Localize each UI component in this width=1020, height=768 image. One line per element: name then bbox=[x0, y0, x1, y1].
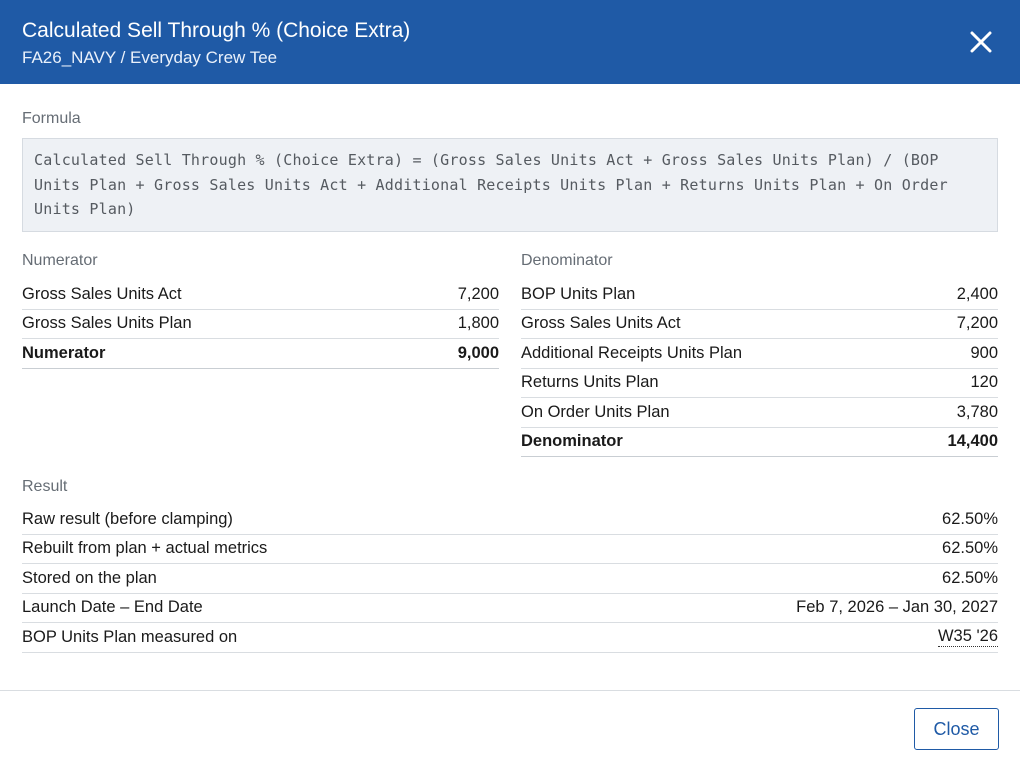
row-value: 9,000 bbox=[457, 343, 499, 362]
row-label: Returns Units Plan bbox=[521, 373, 659, 392]
bop-week-value[interactable]: W35 '26 bbox=[937, 627, 998, 648]
row-label: Stored on the plan bbox=[22, 568, 157, 587]
table-row: Gross Sales Units Plan 1,800 bbox=[22, 310, 499, 339]
row-label: Denominator bbox=[521, 432, 623, 451]
row-value: 2,400 bbox=[956, 284, 998, 303]
table-row: Returns Units Plan 120 bbox=[521, 369, 998, 398]
result-table: Raw result (before clamping) 62.50% Rebu… bbox=[22, 505, 998, 653]
row-value: 62.50% bbox=[942, 509, 998, 528]
numerator-table: Gross Sales Units Act 7,200 Gross Sales … bbox=[22, 280, 499, 369]
row-value: 900 bbox=[970, 343, 998, 362]
table-row: Additional Receipts Units Plan 900 bbox=[521, 339, 998, 369]
table-row: BOP Units Plan measured on W35 '26 bbox=[22, 623, 998, 653]
table-row: On Order Units Plan 3,780 bbox=[521, 398, 998, 428]
denominator-total-row: Denominator 14,400 bbox=[521, 428, 998, 457]
footer-divider bbox=[0, 690, 1020, 691]
table-row: Rebuilt from plan + actual metrics 62.50… bbox=[22, 535, 998, 564]
row-value: 7,200 bbox=[956, 314, 998, 333]
row-label: BOP Units Plan bbox=[521, 284, 636, 303]
row-value: 14,400 bbox=[947, 432, 998, 451]
row-value: 120 bbox=[970, 373, 998, 392]
row-label: Gross Sales Units Act bbox=[22, 284, 182, 303]
calculation-dialog: Calculated Sell Through % (Choice Extra)… bbox=[0, 0, 1020, 768]
row-label: Numerator bbox=[22, 343, 106, 362]
row-value: Feb 7, 2026 – Jan 30, 2027 bbox=[796, 598, 998, 617]
formula-text: Calculated Sell Through % (Choice Extra)… bbox=[22, 138, 998, 232]
row-value: 1,800 bbox=[457, 314, 499, 333]
dialog-title: Calculated Sell Through % (Choice Extra) bbox=[22, 19, 411, 42]
dialog-header: Calculated Sell Through % (Choice Extra)… bbox=[0, 0, 1020, 84]
row-label: Rebuilt from plan + actual metrics bbox=[22, 539, 268, 558]
row-value: 62.50% bbox=[942, 539, 998, 558]
row-label: Additional Receipts Units Plan bbox=[521, 343, 743, 362]
denominator-label: Denominator bbox=[521, 252, 613, 269]
row-label: Gross Sales Units Act bbox=[521, 314, 681, 333]
table-row: Raw result (before clamping) 62.50% bbox=[22, 505, 998, 535]
row-label: Raw result (before clamping) bbox=[22, 509, 233, 528]
row-label: Gross Sales Units Plan bbox=[22, 314, 192, 333]
row-label: BOP Units Plan measured on bbox=[22, 627, 238, 646]
table-row: Gross Sales Units Act 7,200 bbox=[22, 280, 499, 310]
denominator-table: BOP Units Plan 2,400 Gross Sales Units A… bbox=[521, 280, 998, 457]
table-row: Gross Sales Units Act 7,200 bbox=[521, 310, 998, 339]
dialog-subtitle: FA26_NAVY / Everyday Crew Tee bbox=[22, 48, 278, 67]
row-value: 62.50% bbox=[942, 568, 998, 587]
result-label: Result bbox=[22, 478, 68, 495]
close-button[interactable]: Close bbox=[914, 708, 999, 750]
formula-label: Formula bbox=[22, 110, 81, 127]
numerator-label: Numerator bbox=[22, 252, 98, 269]
numerator-total-row: Numerator 9,000 bbox=[22, 339, 499, 369]
row-label: On Order Units Plan bbox=[521, 402, 670, 421]
close-icon[interactable] bbox=[966, 26, 996, 58]
row-value: 3,780 bbox=[956, 402, 998, 421]
table-row: BOP Units Plan 2,400 bbox=[521, 280, 998, 310]
row-value: 7,200 bbox=[457, 284, 499, 303]
table-row: Launch Date – End Date Feb 7, 2026 – Jan… bbox=[22, 594, 998, 623]
table-row: Stored on the plan 62.50% bbox=[22, 564, 998, 594]
row-label: Launch Date – End Date bbox=[22, 598, 203, 617]
